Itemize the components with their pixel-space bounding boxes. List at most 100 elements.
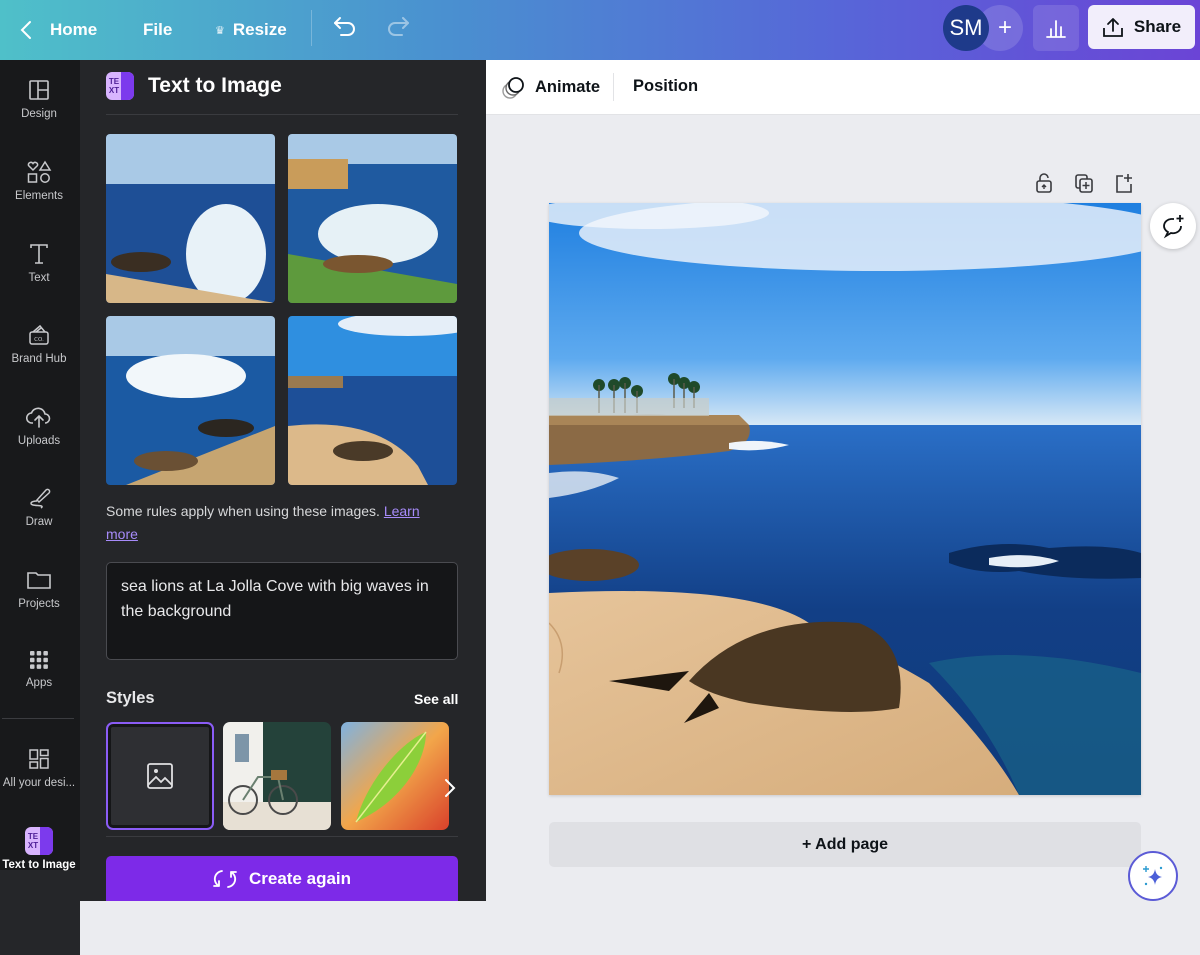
text-to-image-icon: TE XT <box>106 72 134 100</box>
file-menu-button[interactable]: File <box>143 0 172 60</box>
rail-label: All your desi... <box>2 777 76 789</box>
style-watercolor-art <box>341 722 449 830</box>
side-rail: Design Elements Text CO. Brand Hub Uploa… <box>0 60 80 955</box>
add-comment-button[interactable] <box>1150 203 1196 249</box>
undo-icon <box>334 17 355 36</box>
rail-divider <box>2 718 74 719</box>
duplicate-page-button[interactable] <box>1074 172 1094 199</box>
rail-item-apps[interactable]: Apps <box>0 649 78 719</box>
result-image-art <box>288 316 457 485</box>
result-image-art <box>106 316 275 485</box>
rail-label: Elements <box>15 190 63 202</box>
sparkle-icon <box>1143 866 1163 886</box>
rules-text: Some rules apply when using these images… <box>106 503 384 519</box>
page-image <box>549 203 1141 795</box>
rail-item-text-to-image[interactable]: TE XT Text to Image <box>0 827 78 897</box>
redo-icon <box>388 17 409 36</box>
chevron-left-icon <box>20 21 31 39</box>
crown-icon: ♛ <box>215 24 225 37</box>
user-avatar[interactable]: SM <box>943 5 989 51</box>
rail-label: Text <box>28 272 50 284</box>
avatar-initials: SM <box>949 15 983 40</box>
usage-rules-text: Some rules apply when using these images… <box>106 500 451 546</box>
canvas-area: + Add page <box>486 116 1200 901</box>
see-all-link[interactable]: See all <box>414 691 458 707</box>
animate-button[interactable]: Animate <box>502 74 600 100</box>
resize-label: Resize <box>232 20 287 39</box>
lock-page-button[interactable] <box>1034 172 1054 199</box>
share-button[interactable]: Share <box>1088 5 1195 49</box>
divider <box>106 114 458 115</box>
redo-button[interactable] <box>386 16 410 43</box>
rail-item-projects[interactable]: Projects <box>0 568 78 638</box>
rail-label: Design <box>21 108 57 120</box>
styles-next-button[interactable] <box>444 778 456 803</box>
prompt-input[interactable] <box>106 562 458 660</box>
insights-button[interactable] <box>1033 5 1079 51</box>
undo-button[interactable] <box>333 16 357 43</box>
panel-title: Text to Image <box>148 74 282 97</box>
result-image-art <box>106 134 275 303</box>
rail-label: Draw <box>25 516 53 528</box>
rail-item-elements[interactable]: Elements <box>0 160 78 230</box>
styles-heading: Styles <box>106 689 155 707</box>
toolbar-divider <box>613 73 614 101</box>
plus-icon: + <box>997 14 1012 41</box>
add-page-icon-button[interactable] <box>1114 172 1134 199</box>
rail-item-draw[interactable]: Draw <box>0 486 78 556</box>
chevron-right-icon <box>445 779 456 797</box>
duplicate-icon <box>1075 174 1093 193</box>
add-page-button[interactable]: + Add page <box>549 822 1141 867</box>
text-to-image-icon: TE XT <box>25 827 53 855</box>
animate-label: Animate <box>535 77 601 96</box>
magic-assistant-button[interactable] <box>1128 851 1178 901</box>
panel-header: TE XT Text to Image <box>106 72 282 100</box>
folder-icon <box>27 572 51 589</box>
result-image-art <box>288 134 457 303</box>
upload-share-icon <box>1102 18 1123 37</box>
rail-label: Uploads <box>17 435 61 447</box>
page-actions <box>1034 172 1134 199</box>
home-label: Home <box>50 20 98 39</box>
home-button[interactable]: Home <box>20 0 97 60</box>
cloud-upload-icon <box>26 407 51 428</box>
rail-label: Projects <box>18 598 60 610</box>
grid-icon <box>30 651 48 669</box>
toolbar-divider <box>311 10 312 46</box>
position-button[interactable]: Position <box>633 77 698 96</box>
svg-text:CO.: CO. <box>34 337 44 343</box>
rail-item-design[interactable]: Design <box>0 78 78 148</box>
divider <box>106 836 458 837</box>
text-icon <box>30 244 48 264</box>
refresh-icon <box>213 869 237 888</box>
design-page[interactable] <box>549 203 1141 795</box>
result-image-2[interactable] <box>288 134 457 303</box>
text-to-image-panel: TE XT Text to Image Some rules apply when… <box>80 60 486 901</box>
add-page-icon <box>1116 174 1132 193</box>
top-bar: Home File ♛ Resize + SM Share <box>0 0 1200 60</box>
style-photo[interactable] <box>223 722 331 830</box>
rail-item-uploads[interactable]: Uploads <box>0 405 78 475</box>
style-watercolor[interactable] <box>341 722 449 830</box>
create-again-label: Create again <box>248 868 352 888</box>
dashboard-icon <box>29 749 49 769</box>
result-image-4[interactable] <box>288 316 457 485</box>
rail-item-brand-hub[interactable]: CO. Brand Hub <box>0 323 78 393</box>
comment-plus-icon <box>1163 215 1184 239</box>
pen-icon <box>30 488 51 509</box>
rail-item-all-designs[interactable]: All your desi... <box>0 747 78 817</box>
share-label: Share <box>1133 17 1182 36</box>
brand-icon: CO. <box>29 324 49 345</box>
image-icon <box>147 763 173 789</box>
result-image-1[interactable] <box>106 134 275 303</box>
resize-button[interactable]: ♛ Resize <box>215 0 287 60</box>
rail-label: Apps <box>25 677 53 689</box>
animate-icon <box>502 77 524 99</box>
shapes-icon <box>27 160 52 183</box>
rail-label: Brand Hub <box>11 353 67 365</box>
rail-label: Text to Image <box>2 859 76 871</box>
style-none[interactable] <box>106 722 214 830</box>
create-again-button[interactable]: Create again <box>106 856 458 901</box>
result-image-3[interactable] <box>106 316 275 485</box>
rail-item-text[interactable]: Text <box>0 242 78 312</box>
